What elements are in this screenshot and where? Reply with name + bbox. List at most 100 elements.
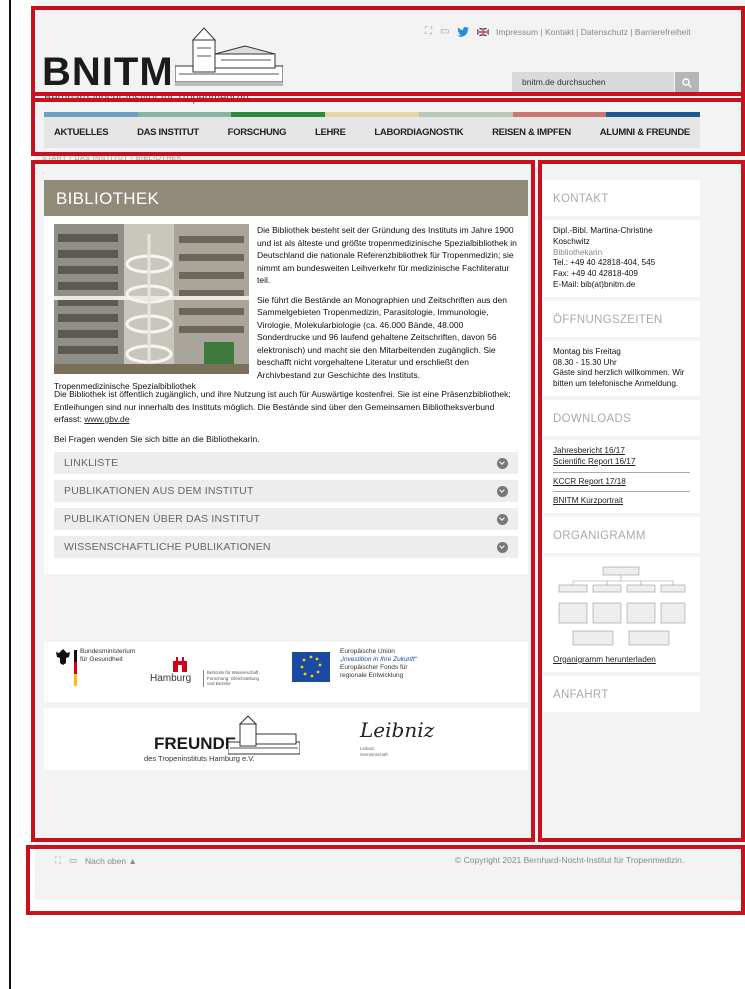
hamburg-sub-2: Forschung, Gleichstellung [207,675,260,681]
accordion-wissenschaftliche[interactable]: WISSENSCHAFTLICHE PUBLIKATIONEN [54,536,518,558]
nav-stripe [418,112,513,117]
freunde-building-icon [228,715,300,755]
kontakt-heading: KONTAKT [543,180,700,216]
main-navigation: AKTUELLES DAS INSTITUT FORSCHUNG LEHRE L… [44,112,701,150]
downloads-heading: DOWNLOADS [543,399,700,436]
main-content: BIBLIOTHEK Die Bibliothek besteht seit d… [44,180,528,574]
organigramm-box: Organigramm herunterladen [543,557,700,672]
eu-flag-icon[interactable] [292,652,330,682]
share-icon[interactable]: ⛶ [55,855,61,866]
nav-item-lehre[interactable]: LEHRE [315,127,346,138]
hamburg-castle-icon [173,657,187,672]
german-flag-bar [74,650,77,686]
eu-line-3: Europäischer Fonds für [340,664,408,671]
accordion-label: LINKLISTE [64,456,119,469]
bmg-line-2: für Gesundheit [80,656,123,663]
accordion-publikationen-aus[interactable]: PUBLIKATIONEN AUS DEM INSTITUT [54,480,518,502]
download-jahresbericht[interactable]: Jahresbericht 16/17 [553,446,625,455]
organigramm-thumbnail[interactable] [553,563,690,652]
accordion-label: PUBLIKATIONEN AUS DEM INSTITUT [64,484,254,497]
uk-flag-icon[interactable] [477,27,490,36]
oeffnungszeiten-box: Montag bis Freitag 08.30 - 15.30 Uhr Gäs… [543,340,700,396]
logo-subtitle: Bernhard-Nocht-Institut für Tropenmedizi… [44,92,249,104]
print-icon[interactable]: ▭ [440,26,449,37]
oeffnungszeiten-heading: ÖFFNUNGSZEITEN [543,300,700,337]
gbv-link[interactable]: www.gbv.de [84,414,129,424]
footer-tools: ⛶ ▭ Nach oben ▲ [55,855,137,866]
leibniz-logo[interactable]: Leibniz [360,718,434,742]
chevron-down-icon [497,541,508,553]
nav-item-reisen-impfen[interactable]: REISEN & IMPFEN [492,127,571,138]
nav-stripe [231,112,326,117]
nav-color-stripes [44,112,701,117]
twitter-icon[interactable] [457,26,470,37]
eu-line-4: regionale Entwicklung [340,672,404,679]
partner-logos: Bundesministerium für Gesundheit Hamburg … [44,642,528,702]
share-icon[interactable]: ⛶ [425,26,432,37]
site-logo[interactable]: BNITM [42,50,174,95]
back-to-top-link[interactable]: Nach oben ▲ [85,856,137,866]
contact-fax: Fax: +49 40 42818-409 [553,269,638,279]
print-icon[interactable]: ▭ [69,855,77,866]
eu-line-1: Europäische Union [340,648,395,655]
nav-item-das-institut[interactable]: DAS INSTITUT [137,127,199,138]
federal-eagle-icon [56,649,70,665]
opening-note: Gäste sind herzlich willkommen. Wir bitt… [553,368,685,389]
chevron-down-icon [497,457,508,469]
top-icon-group: ⛶ ▭ [425,26,490,37]
opening-days: Montag bis Freitag [553,346,621,356]
download-kccr-report[interactable]: KCCR Report 17/18 [553,477,626,486]
paragraph-4: Bei Fragen wenden Sie sich bitte an die … [54,433,260,444]
accordion-publikationen-ueber[interactable]: PUBLIKATIONEN ÜBER DAS INSTITUT [54,508,518,530]
organigramm-heading: ORGANIGRAMM [543,517,700,554]
contact-name: Dipl.-Bibl. Martina-Christine Koschwitz [553,226,653,246]
contact-tel[interactable]: Tel.: +49 40 42818-404, 545 [553,258,690,269]
article-body: Die Bibliothek besteht seit der Gründung… [44,216,528,574]
freunde-subtitle: des Tropeninstituts Hamburg e.V. [144,754,255,763]
eu-logo-text: Europäische Union „Investition in Ihre Z… [340,648,417,680]
leibniz-sub-2: Gemeinschaft [360,751,388,757]
hamburg-sub-1: Behörde für Wissenschaft, [207,670,260,675]
back-to-top-label: Nach oben [84,855,127,866]
nav-item-alumni-freunde[interactable]: ALUMNI & FREUNDE [600,127,691,138]
search-button[interactable] [675,72,699,93]
nav-item-forschung[interactable]: FORSCHUNG [228,127,287,138]
chevron-up-icon: ▲ [128,855,137,866]
anfahrt-heading[interactable]: ANFAHRT [543,675,700,712]
nav-item-aktuelles[interactable]: AKTUELLES [54,127,109,138]
contact-email[interactable]: E-Mail: bib(at)bnitm.de [553,280,690,291]
nav-stripe [137,112,232,117]
nav-stripe [606,112,701,117]
accordion-linkliste[interactable]: LINKLISTE [54,452,518,474]
accordion: LINKLISTE PUBLIKATIONEN AUS DEM INSTITUT… [54,452,518,558]
accordion-label: WISSENSCHAFTLICHE PUBLIKATIONEN [64,540,271,553]
chevron-down-icon [497,513,508,525]
download-kurzportrait[interactable]: BNITM Kurzportrait [553,496,623,505]
breadcrumb[interactable]: START › DAS INSTITUT › BIBLIOTHEK [42,155,182,162]
opening-hours: 08.30 - 15.30 Uhr [553,357,617,367]
bmg-line-1: Bundesministerium [80,648,136,655]
page-title: BIBLIOTHEK [44,180,528,216]
divider [553,491,690,493]
library-photo [54,224,249,374]
divider [553,471,690,473]
organigramm-download-link[interactable]: Organigramm herunterladen [553,655,656,664]
freunde-logo[interactable]: FREUNDE [154,734,236,754]
logo-building-icon [175,27,283,86]
top-links[interactable]: Impressum | Kontakt | Datenschutz | Barr… [496,27,691,37]
hamburg-sub-3: und Bezirke [207,681,231,686]
leibniz-subtitle: Leibniz Gemeinschaft [360,746,388,757]
nav-bar: AKTUELLES DAS INSTITUT FORSCHUNG LEHRE L… [44,117,700,148]
nav-item-labordiagnostik[interactable]: LABORDIAGNOSTIK [374,127,463,138]
bmg-logo[interactable]: Bundesministerium für Gesundheit [80,648,135,664]
chevron-down-icon [497,485,508,497]
download-scientific-report[interactable]: Scientific Report 16/17 [553,457,635,466]
nav-stripe [325,112,419,117]
accordion-label: PUBLIKATIONEN ÜBER DAS INSTITUT [64,512,261,525]
leibniz-sub-1: Leibniz [360,746,375,751]
eu-line-2: „Investition in Ihre Zukunft“ [340,656,417,663]
hamburg-authority: Behörde für Wissenschaft, Forschung, Glei… [203,670,260,687]
paragraph-3: Die Bibliothek ist öffentlich zugänglich… [54,388,518,426]
hamburg-logo[interactable]: Hamburg [150,673,191,684]
search-input[interactable]: bnitm.de durchsuchen [512,72,674,93]
